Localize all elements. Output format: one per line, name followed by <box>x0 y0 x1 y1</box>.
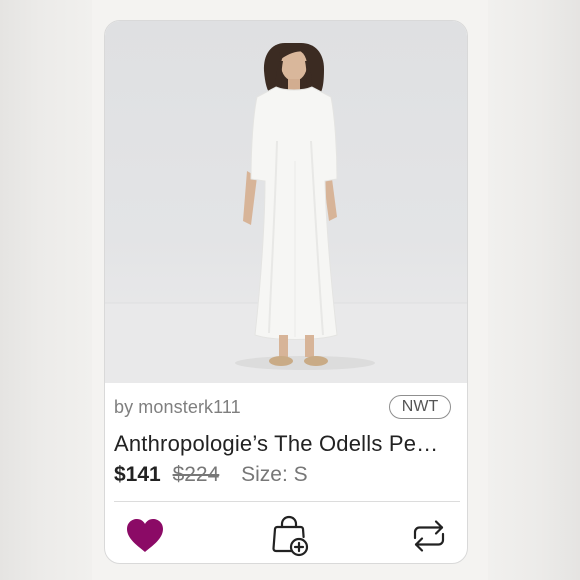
listing-title[interactable]: Anthropologie’s The Odells Pe… <box>114 431 460 457</box>
like-button[interactable] <box>123 515 167 557</box>
size-label: Size: S <box>241 463 308 486</box>
condition-badge: NWT <box>389 395 451 419</box>
current-price: $141 <box>114 463 161 486</box>
add-to-bundle-button[interactable] <box>267 515 311 557</box>
listing-photo[interactable] <box>105 21 467 383</box>
price-row: $141 $224 Size: S <box>114 463 308 487</box>
share-button[interactable] <box>407 515 451 557</box>
seller-name[interactable]: by monsterk111 <box>114 397 241 418</box>
original-price: $224 <box>172 463 220 486</box>
share-repost-icon <box>413 520 445 552</box>
shopping-bag-plus-icon <box>272 515 309 557</box>
divider <box>114 501 460 502</box>
listing-card[interactable]: by monsterk111 NWT Anthropologie’s The O… <box>104 20 468 564</box>
heart-icon <box>127 519 163 552</box>
model-wearing-white-dress-illustration <box>105 43 467 383</box>
